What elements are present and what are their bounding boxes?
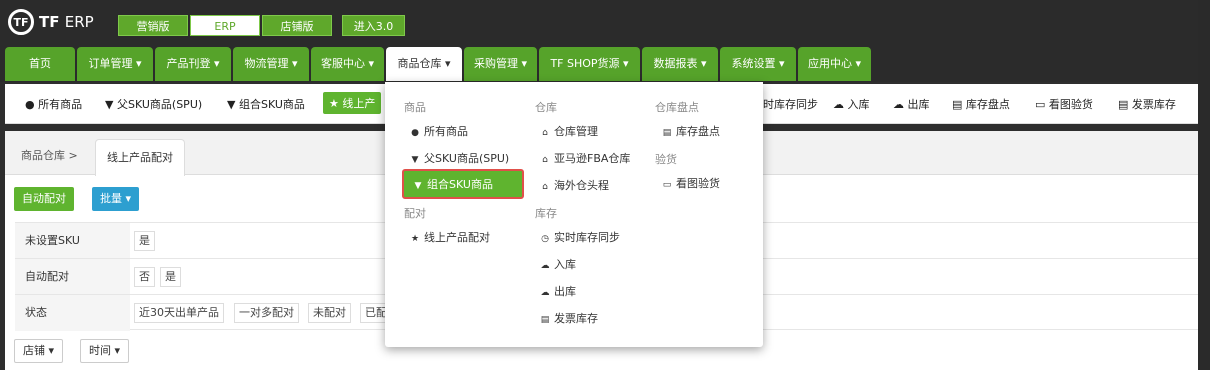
breadcrumb-separator: > — [68, 149, 78, 162]
menu-heading-pairing: 配对 — [404, 207, 426, 220]
mode-erp-button[interactable]: ERP — [190, 15, 260, 36]
breadcrumb-root[interactable]: 商品仓库 — [21, 149, 65, 162]
logo: TF TF ERP — [8, 9, 94, 35]
monitor-icon: ▭ — [662, 180, 672, 190]
menu-item-combo-sku[interactable]: ▼ 组合SKU商品 — [402, 169, 524, 199]
nav-home[interactable]: 首页 — [5, 47, 75, 81]
tab-online-pairing[interactable]: 线上产品配对 — [95, 139, 185, 176]
warehouse-dropdown-menu: 商品 ● 所有商品 ▼ 父SKU商品(SPU) ▼ 组合SKU商品 配对 ★ 线上产品配… — [385, 82, 763, 347]
main-nav: 首页 订单管理 ▾ 产品刊登 ▾ 物流管理 ▾ 客服中心 ▾ 商品仓库 ▾ 采购… — [0, 45, 1198, 82]
filter-icon: ▼ — [414, 181, 422, 191]
mode-marketing-button[interactable]: 营销版 — [118, 15, 188, 36]
menu-item-outbound[interactable]: ☁ 出库 — [539, 283, 577, 299]
menu-item-stocktake[interactable]: ▤ 库存盘点 — [661, 123, 720, 139]
list-icon: ▤ — [540, 315, 550, 325]
logo-mark: TF — [8, 9, 34, 35]
subnav-all-products[interactable]: ● 所有商品 — [25, 96, 82, 112]
menu-item-warehouse-manage[interactable]: ⌂ 仓库管理 — [539, 123, 598, 139]
menu-item-amazon-fba[interactable]: ⌂ 亚马逊FBA仓库 — [539, 150, 630, 166]
filter-label-auto-pair: 自动配对 — [15, 259, 130, 295]
menu-heading-products: 商品 — [404, 101, 426, 114]
nav-tfshop[interactable]: TF SHOP货源 ▾ — [539, 47, 640, 81]
subnav-stocktake[interactable]: ▤ 库存盘点 — [952, 96, 1010, 112]
menu-item-invoice-stock[interactable]: ▤ 发票库存 — [539, 310, 598, 326]
filter-label-no-sku: 未设置SKU — [15, 223, 130, 259]
nav-reports[interactable]: 数据报表 ▾ — [642, 47, 718, 81]
subnav-stock-sync[interactable]: 时库存同步 — [763, 96, 818, 112]
clock-icon: ◷ — [541, 234, 549, 244]
cloud-icon: ☁ — [540, 261, 550, 271]
nav-logistics[interactable]: 物流管理 ▾ — [233, 47, 309, 81]
batch-button[interactable]: 批量 ▾ — [92, 187, 140, 211]
star-icon: ★ — [410, 234, 420, 244]
filter-option-30days[interactable]: 近30天出单产品 — [134, 303, 224, 323]
menu-item-inbound[interactable]: ☁ 入库 — [539, 256, 577, 272]
menu-item-online-pairing[interactable]: ★ 线上产品配对 — [409, 229, 490, 245]
nav-service[interactable]: 客服中心 ▾ — [311, 47, 384, 81]
nav-settings[interactable]: 系统设置 ▾ — [720, 47, 796, 81]
menu-heading-stocktake: 仓库盘点 — [655, 101, 699, 114]
nav-orders[interactable]: 订单管理 ▾ — [77, 47, 153, 81]
menu-item-parent-sku[interactable]: ▼ 父SKU商品(SPU) — [409, 150, 510, 166]
subnav-parent-sku[interactable]: ▼ 父SKU商品(SPU) — [105, 96, 202, 112]
home-icon: ⌂ — [542, 182, 548, 192]
menu-item-realtime-sync[interactable]: ◷ 实时库存同步 — [539, 229, 620, 245]
list-icon: ▤ — [662, 128, 672, 138]
filter-option-no[interactable]: 否 — [134, 267, 155, 287]
subnav-inbound[interactable]: ☁ 入库 — [833, 96, 870, 112]
mode-store-button[interactable]: 店铺版 — [262, 15, 332, 36]
menu-heading-warehouse: 仓库 — [535, 101, 557, 114]
enter-3-button[interactable]: 进入3.0 — [342, 15, 405, 36]
top-bar: TF TF ERP 营销版 ERP 店铺版 进入3.0 — [0, 0, 1210, 45]
auto-pair-button[interactable]: 自动配对 — [14, 187, 74, 211]
filter-option-unpaired[interactable]: 未配对 — [308, 303, 351, 323]
filter-option-yes[interactable]: 是 — [160, 267, 181, 287]
nav-apps[interactable]: 应用中心 ▾ — [798, 47, 871, 81]
nav-listing[interactable]: 产品刊登 ▾ — [155, 47, 231, 81]
menu-item-overseas-first-leg[interactable]: ⌂ 海外仓头程 — [539, 177, 609, 193]
time-dropdown[interactable]: 时间 ▾ — [80, 339, 130, 363]
filter-option-one-to-many[interactable]: 一对多配对 — [234, 303, 299, 323]
nav-purchase[interactable]: 采购管理 ▾ — [464, 47, 537, 81]
filter-icon: ▼ — [411, 155, 419, 165]
subnav-outbound[interactable]: ☁ 出库 — [893, 96, 930, 112]
store-dropdown[interactable]: 店铺 ▾ — [14, 339, 64, 363]
subnav-combo-sku[interactable]: ▼ 组合SKU商品 — [227, 96, 305, 112]
logo-brand: TF — [39, 13, 60, 31]
home-icon: ⌂ — [542, 128, 548, 138]
menu-heading-stock: 库存 — [535, 207, 557, 220]
menu-heading-inspection: 验货 — [655, 153, 677, 166]
menu-item-all-products[interactable]: ● 所有商品 — [409, 123, 468, 139]
filter-option-yes[interactable]: 是 — [134, 231, 155, 251]
nav-warehouse[interactable]: 商品仓库 ▾ — [386, 47, 462, 81]
logo-product: ERP — [64, 13, 94, 31]
subnav-invoice-stock[interactable]: ▤ 发票库存 — [1118, 96, 1176, 112]
menu-item-visual-inspection[interactable]: ▭ 看图验货 — [661, 175, 720, 191]
home-icon: ⌂ — [542, 155, 548, 165]
filter-label-status: 状态 — [15, 295, 130, 331]
window-edge — [1198, 0, 1210, 370]
subnav-visual-inspection[interactable]: ▭ 看图验货 — [1035, 96, 1093, 112]
cloud-icon: ☁ — [540, 288, 550, 298]
subnav-online-pairing[interactable]: ★ 线上产 — [323, 92, 382, 114]
circle-icon: ● — [411, 128, 419, 138]
